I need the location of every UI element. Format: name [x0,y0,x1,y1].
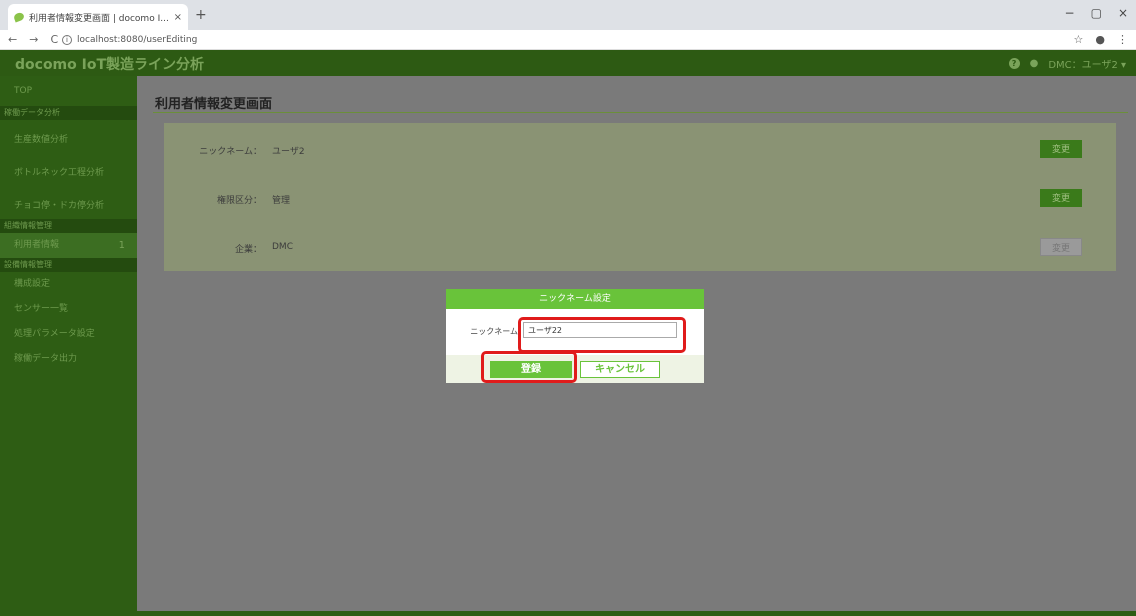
sidebar-item-sensor-list[interactable]: センサー一覧 [0,297,137,322]
dialog-body: ニックネーム [446,309,704,355]
nav-buttons: ← → C [8,33,58,46]
browser-tab-bar: 利用者情報変更画面 | docomo I... × + − ▢ × [0,0,1136,30]
url-text: localhost:8080/userEditing [77,35,198,45]
reload-icon[interactable]: C [50,33,58,46]
profile-icon[interactable]: ● [1095,33,1105,46]
nickname-input[interactable] [523,322,677,338]
info-row-nickname: ニックネーム： ユーザ2 変更 [164,140,1116,160]
row-value: ユーザ2 [272,147,305,157]
sidebar-item-bottleneck-analysis[interactable]: ボトルネック工程分析 [0,161,137,186]
sidebar-section-equipment: 設備情報管理 [0,258,137,272]
sidebar-item-label: 利用者情報 [14,240,60,250]
row-label: 企業： [234,245,262,255]
info-icon[interactable]: i [62,35,72,45]
forward-icon[interactable]: → [29,33,38,46]
dialog-title: ニックネーム設定 [446,289,704,309]
browser-tab[interactable]: 利用者情報変更画面 | docomo I... × [8,4,188,30]
info-row-role: 権限区分： 管理 変更 [164,189,1116,209]
sidebar-item-user-info[interactable]: 利用者情報 1 [0,233,137,258]
row-label: ニックネーム： [199,147,262,157]
sidebar-item-configuration[interactable]: 構成設定 [0,272,137,297]
page-title: 利用者情報変更画面 [155,97,273,112]
app-title[interactable]: docomo IoT製造ライン分析 [15,54,204,74]
sidebar-section-operation-data: 稼働データ分析 [0,106,137,120]
leaf-favicon-icon [12,11,26,23]
change-company-button[interactable]: 変更 [1040,238,1082,256]
back-icon[interactable]: ← [8,33,17,46]
change-nickname-button[interactable]: 変更 [1040,140,1082,158]
app-header: docomo IoT製造ライン分析 ? ● DMC：ユーザ2 ▾ [0,50,1136,76]
tab-title: 利用者情報変更画面 | docomo I... [29,13,169,24]
sidebar-item-top[interactable]: TOP [0,76,137,106]
minimize-icon[interactable]: − [1065,6,1075,20]
sidebar-item-production-analysis[interactable]: 生産数値分析 [0,128,137,153]
sidebar-item-data-export[interactable]: 稼働データ出力 [0,347,137,372]
row-label: 権限区分： [216,196,262,206]
footer-bar [0,611,1136,616]
register-button[interactable]: 登録 [490,361,572,378]
row-value: 管理 [272,196,291,206]
window-controls: − ▢ × [1065,6,1128,20]
sidebar-item-stoppage-analysis[interactable]: チョコ停・ドカ停分析 [0,194,137,219]
close-window-icon[interactable]: × [1118,6,1128,20]
sidebar-item-badge: 1 [118,240,125,251]
url-field[interactable]: i localhost:8080/userEditing [62,32,1052,48]
user-icon: ● [1029,58,1039,69]
user-info-panel: ニックネーム： ユーザ2 変更 権限区分： 管理 変更 企業： DMC 変更 [164,123,1116,271]
row-value: DMC [272,242,293,252]
sidebar-section-organization: 組織情報管理 [0,219,137,233]
change-role-button[interactable]: 変更 [1040,189,1082,207]
maximize-icon[interactable]: ▢ [1091,6,1102,20]
header-right: ? ● DMC：ユーザ2 ▾ [1008,56,1126,71]
sidebar-item-parameter-settings[interactable]: 処理パラメータ設定 [0,322,137,347]
help-icon[interactable]: ? [1008,58,1020,69]
address-bar-actions: ☆ ● ⋮ [1074,33,1128,46]
bookmark-star-icon[interactable]: ☆ [1074,33,1084,46]
cancel-button[interactable]: キャンセル [580,361,660,378]
nickname-label: ニックネーム [470,327,518,336]
info-row-company: 企業： DMC 変更 [164,238,1116,258]
title-divider [153,112,1128,113]
nickname-dialog: ニックネーム設定 ニックネーム 登録 キャンセル [446,289,704,383]
dialog-footer: 登録 キャンセル [446,355,704,383]
new-tab-button[interactable]: + [195,7,207,23]
sidebar: TOP 稼働データ分析 生産数値分析 ボトルネック工程分析 チョコ停・ドカ停分析… [0,76,137,616]
user-menu[interactable]: DMC：ユーザ2 ▾ [1048,56,1126,71]
menu-dots-icon[interactable]: ⋮ [1117,33,1128,46]
tab-close-icon[interactable]: × [174,12,182,23]
address-bar: ← → C i localhost:8080/userEditing ☆ ● ⋮ [0,30,1136,50]
